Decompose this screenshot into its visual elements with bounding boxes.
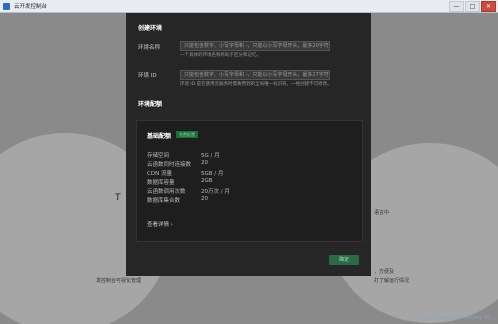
window-titlebar: 云开发控制台 — □ ✕	[0, 0, 498, 13]
create-environment-dialog: 创建环境 环境名称 只能包含数字、小写字母和 -，只能以小写字母开头，最多20字…	[126, 13, 371, 276]
env-id-label: 环境 ID	[138, 73, 157, 79]
spec-label: 数据库容量	[147, 180, 175, 186]
confirm-button[interactable]: 确定	[329, 255, 359, 265]
window-title: 云开发控制台	[14, 4, 48, 10]
spec-label: 云函数调用次数	[147, 189, 186, 195]
env-name-hint: 一个具体的环境名称有助于区分和记忆。	[180, 53, 261, 58]
spec-value: 5GB / 月	[201, 171, 224, 177]
minimize-button[interactable]: —	[449, 1, 464, 12]
env-id-input[interactable]: 只能包含数字、小写字母和 -，只能以小写字母开头，最多27字符	[180, 70, 330, 80]
env-name-input[interactable]: 只能包含数字、小写字母和 -，只能以小写字母开头，最多20字符	[180, 41, 330, 51]
background-heading: T	[115, 193, 121, 203]
spec-value: 20	[201, 160, 208, 166]
watermark-text: https://blog.csdn.net/qq_43...	[421, 315, 495, 321]
spec-label: CDN 流量	[147, 171, 172, 177]
view-details-link[interactable]: 查看详情 ›	[147, 220, 173, 228]
quota-card: 基础配额 免费配置 存储空间 5G / 月 云函数同时连接数 20 CDN 流量…	[136, 120, 363, 242]
maximize-button[interactable]: □	[465, 1, 480, 12]
spec-label: 云函数同时连接数	[147, 162, 192, 168]
background-text: 发控制台可视化管理	[96, 278, 142, 284]
background-text: ，方便及	[374, 269, 395, 275]
app-icon	[3, 2, 10, 10]
spec-label: 数据库集合数	[147, 198, 181, 204]
spec-value: 20万次 / 月	[201, 189, 230, 195]
section-title-config: 环境配额	[138, 101, 163, 108]
spec-value: 2GB	[201, 178, 213, 184]
spec-value: 5G / 月	[201, 153, 220, 159]
window-controls: — □ ✕	[449, 1, 496, 12]
spec-label: 存储空间	[147, 153, 170, 159]
env-name-label: 环境名称	[138, 45, 161, 51]
background-text: 语言中	[374, 210, 390, 216]
free-badge: 免费配置	[176, 131, 198, 138]
close-button[interactable]: ✕	[481, 1, 496, 12]
env-id-hint: 环境 ID 是在使用云服务时需要用到的全局唯一标识符，一经创建不可修改。	[180, 82, 332, 87]
section-title-create: 创建环境	[138, 25, 163, 32]
quota-card-title: 基础配额	[147, 133, 172, 140]
spec-value: 20	[201, 196, 208, 202]
background-text: 打了解运行情况	[374, 278, 410, 284]
